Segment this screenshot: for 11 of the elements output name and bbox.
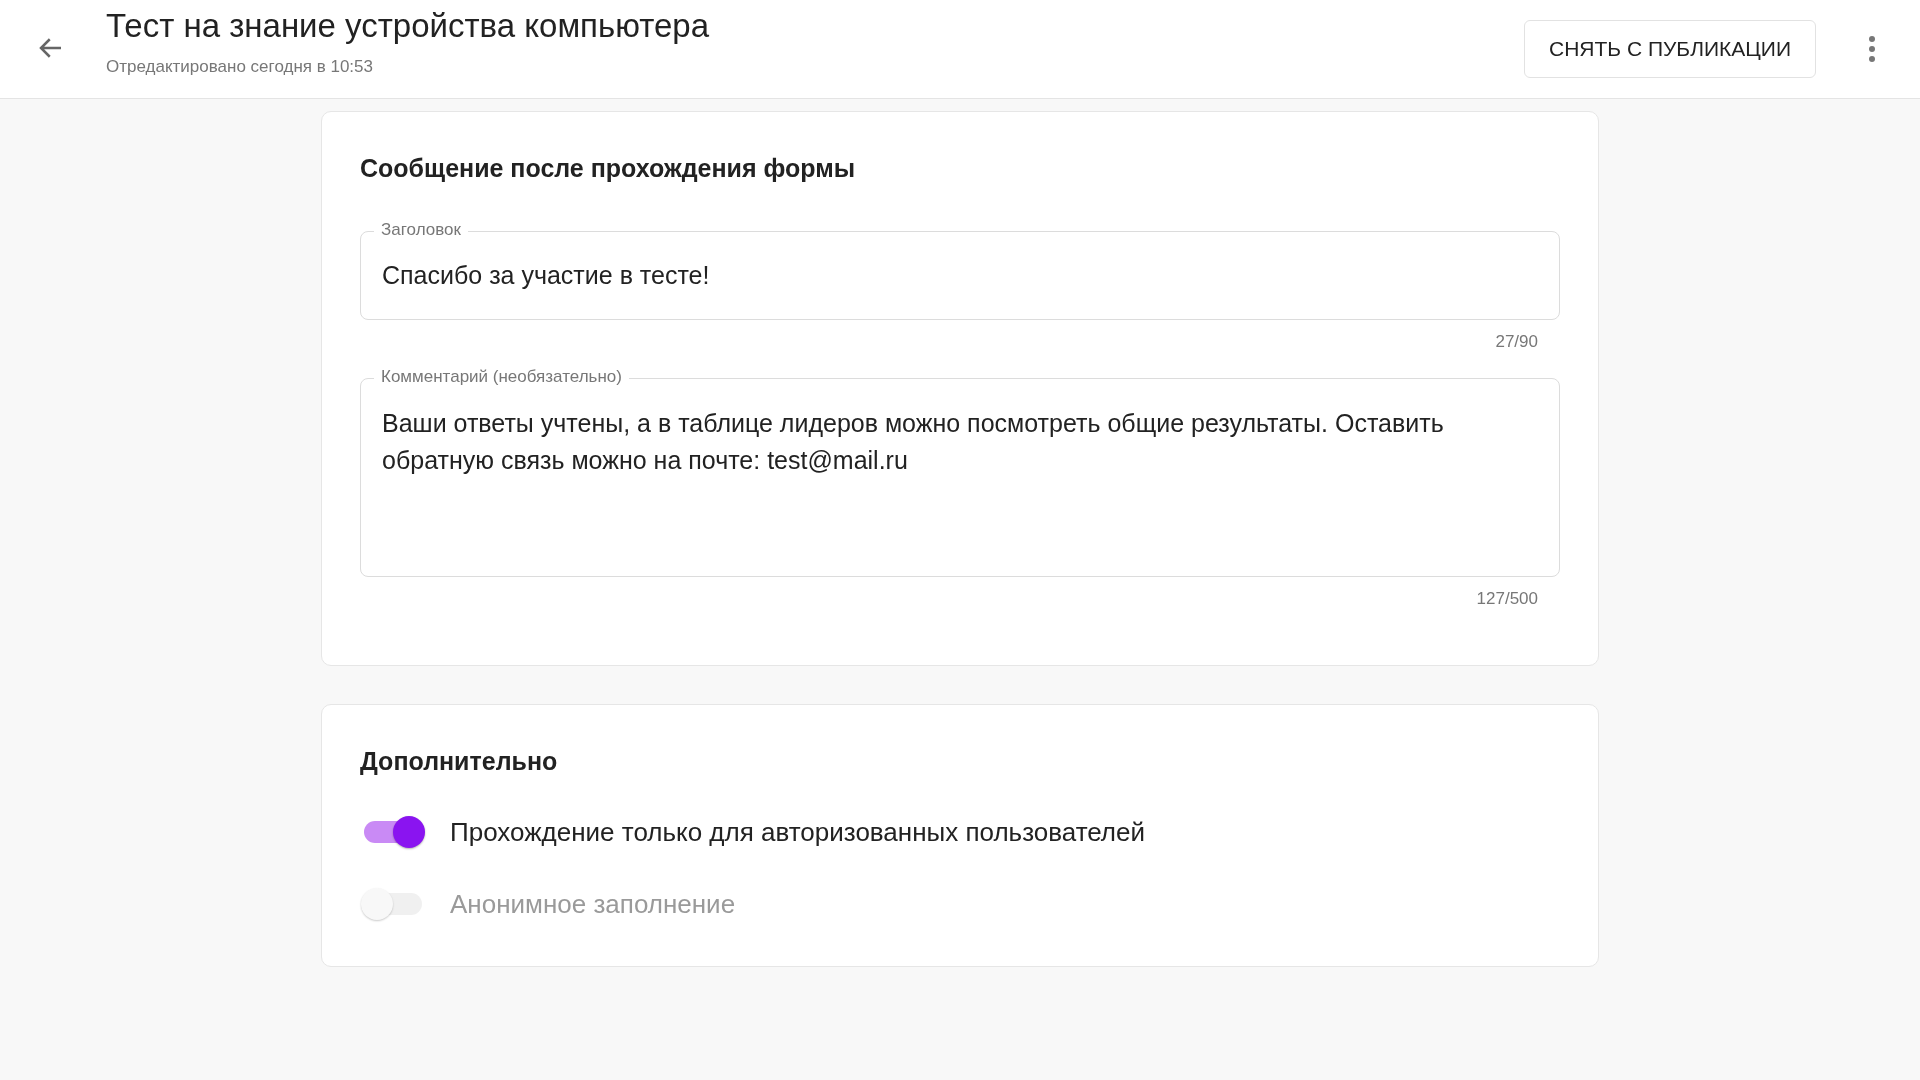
more-menu-icon[interactable] [1868, 36, 1876, 62]
edited-time: Отредактировано сегодня в 10:53 [106, 57, 374, 77]
unpublish-button[interactable]: СНЯТЬ С ПУБЛИКАЦИИ [1524, 20, 1816, 78]
page-title: Тест на знание устройства компьютера [106, 7, 710, 45]
section-heading: Дополнительно [360, 747, 559, 776]
field-label: Комментарий (необязательно) [374, 367, 629, 387]
toggle-label: Прохождение только для авторизованных пользователей [450, 816, 1145, 848]
character-counter: 127/500 [1475, 588, 1539, 609]
section-heading: Сообщение после прохождения формы [360, 154, 857, 183]
toggle-label: Анонимное заполнение [450, 888, 736, 920]
character-counter: 27/90 [1494, 331, 1539, 352]
